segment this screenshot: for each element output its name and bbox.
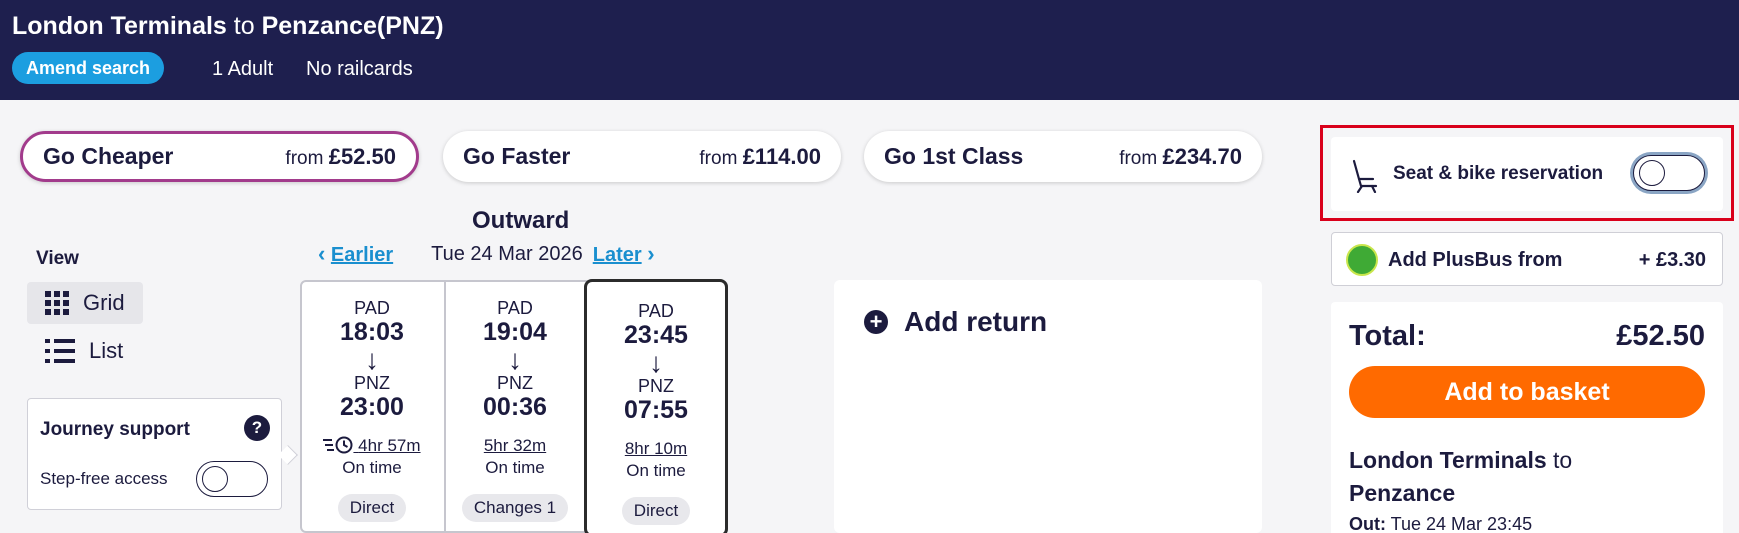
arrow-down-icon: ↓ bbox=[649, 347, 663, 378]
arrive-time: 00:36 bbox=[483, 393, 547, 421]
total-value: £52.50 bbox=[1616, 320, 1705, 352]
tab-label: Go Faster bbox=[463, 143, 571, 169]
depart-station: PAD bbox=[354, 298, 390, 318]
depart-time: 18:03 bbox=[340, 318, 404, 346]
add-return-label: Add return bbox=[904, 306, 1048, 337]
arrive-station: PNZ bbox=[638, 376, 674, 396]
service-card[interactable]: PAD 19:04 ↓ PNZ 00:36 5hr 32m On time Ch… bbox=[444, 282, 584, 533]
railcards-summary: No railcards bbox=[306, 58, 413, 80]
arrow-down-icon: ↓ bbox=[365, 344, 379, 375]
grid-icon bbox=[45, 291, 69, 315]
tab-label: Go 1st Class bbox=[884, 143, 1024, 169]
fastest-clock-icon bbox=[323, 436, 353, 454]
tab-go-1st-class[interactable]: Go 1st Class from £234.70 bbox=[864, 131, 1262, 182]
tab-price: from £114.00 bbox=[699, 143, 821, 169]
view-grid-option[interactable]: Grid bbox=[27, 282, 143, 324]
step-free-toggle[interactable] bbox=[196, 461, 268, 497]
add-to-basket-button[interactable]: Add to basket bbox=[1349, 366, 1705, 418]
plusbus-label: Add PlusBus from bbox=[1388, 249, 1563, 271]
arrive-time: 23:00 bbox=[340, 393, 404, 421]
duration[interactable]: 8hr 10m bbox=[587, 439, 725, 459]
service-card-selected[interactable]: PAD 23:45 ↓ PNZ 07:55 8hr 10m On time Di… bbox=[584, 279, 728, 533]
tab-price: from £52.50 bbox=[285, 143, 396, 169]
tab-price: from £234.70 bbox=[1119, 143, 1242, 169]
later-link[interactable]: Later › bbox=[593, 241, 655, 267]
outward-title: Outward bbox=[472, 207, 570, 234]
changes-badge: Direct bbox=[337, 494, 407, 522]
route-connector: to bbox=[233, 12, 255, 40]
changes-badge: Direct bbox=[621, 497, 691, 525]
summary-out: Out: Tue 24 Mar 23:45 bbox=[1349, 514, 1533, 533]
search-header: London Terminals to Penzance(PNZ) Amend … bbox=[0, 0, 1739, 100]
chevron-left-icon: ‹ bbox=[318, 241, 326, 266]
plus-circle-icon: + bbox=[864, 310, 888, 334]
total-label: Total: bbox=[1349, 320, 1426, 352]
route-title: London Terminals to Penzance(PNZ) bbox=[12, 12, 444, 41]
arrive-time: 07:55 bbox=[624, 396, 688, 424]
amend-search-button[interactable]: Amend search bbox=[12, 52, 165, 84]
destination-name: Penzance(PNZ) bbox=[261, 12, 444, 40]
arrive-station: PNZ bbox=[354, 373, 390, 393]
depart-station: PAD bbox=[497, 298, 533, 318]
view-option-label: Grid bbox=[83, 290, 125, 315]
tab-go-faster[interactable]: Go Faster from £114.00 bbox=[443, 131, 841, 182]
chevron-right-icon: › bbox=[647, 241, 655, 266]
outward-services-grid: PAD 18:03 ↓ PNZ 23:00 4hr 57m On time Di… bbox=[300, 279, 728, 533]
arrow-down-icon: ↓ bbox=[508, 344, 522, 375]
passengers-summary: 1 Adult bbox=[212, 58, 274, 80]
summary-route: London Terminals to Penzance bbox=[1349, 447, 1573, 506]
earlier-link[interactable]: ‹ Earlier bbox=[318, 241, 393, 267]
depart-time: 23:45 bbox=[624, 321, 688, 349]
list-icon bbox=[45, 339, 75, 363]
add-return-panel: + Add return bbox=[834, 280, 1262, 533]
tab-label: Go Cheaper bbox=[43, 143, 174, 169]
tab-go-cheaper[interactable]: Go Cheaper from £52.50 bbox=[20, 131, 419, 182]
arrive-station: PNZ bbox=[497, 373, 533, 393]
origin-name: London Terminals bbox=[12, 12, 227, 40]
status-text: On time bbox=[626, 461, 686, 480]
status-text: On time bbox=[342, 458, 402, 477]
view-title: View bbox=[36, 248, 79, 269]
help-icon[interactable]: ? bbox=[244, 415, 270, 441]
step-free-label: Step-free access bbox=[40, 469, 168, 488]
outward-date: Tue 24 Mar 2026 bbox=[431, 242, 583, 265]
journey-support-title: Journey support bbox=[40, 419, 190, 440]
duration[interactable]: 4hr 57m bbox=[302, 436, 442, 456]
changes-badge: Changes 1 bbox=[461, 494, 569, 522]
service-card[interactable]: PAD 18:03 ↓ PNZ 23:00 4hr 57m On time Di… bbox=[302, 282, 442, 533]
view-option-label: List bbox=[89, 338, 124, 363]
view-list-option[interactable]: List bbox=[27, 330, 141, 372]
basket-summary: Total: £52.50 Add to basket London Termi… bbox=[1331, 302, 1723, 533]
depart-time: 19:04 bbox=[483, 318, 547, 346]
date-navigation: ‹ Earlier Tue 24 Mar 2026 Later › bbox=[318, 241, 655, 267]
plusbus-logo-icon bbox=[1346, 244, 1378, 276]
depart-station: PAD bbox=[638, 301, 674, 321]
plusbus-price: + £3.30 bbox=[1638, 249, 1706, 271]
plusbus-option[interactable]: Add PlusBus from + £3.30 bbox=[1331, 232, 1723, 286]
journey-support-panel: Journey support ? Step-free access bbox=[27, 398, 282, 510]
status-text: On time bbox=[485, 458, 545, 477]
highlight-box bbox=[1320, 125, 1734, 221]
duration[interactable]: 5hr 32m bbox=[446, 436, 584, 456]
toggle-knob bbox=[202, 466, 228, 492]
